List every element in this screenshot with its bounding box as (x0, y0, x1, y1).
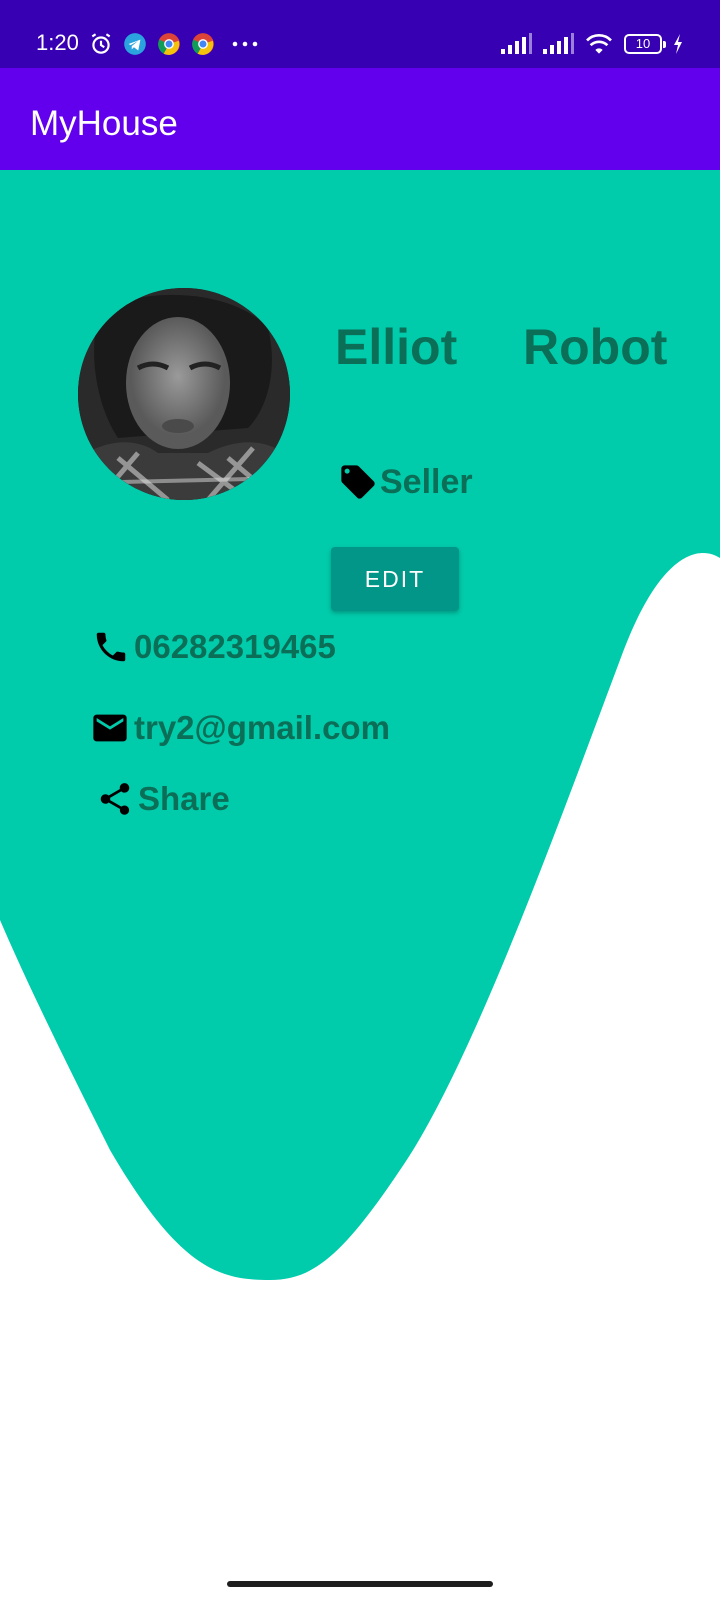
telegram-icon (124, 33, 146, 55)
tag-icon (341, 465, 375, 499)
signal-icon (543, 33, 574, 54)
home-indicator[interactable] (227, 1581, 493, 1587)
status-time: 1:20 (36, 30, 79, 55)
phone-icon (96, 632, 126, 662)
app-title: MyHouse (30, 104, 178, 143)
chrome-icon (158, 33, 180, 55)
phone-row[interactable]: 06282319465 (92, 628, 336, 666)
share-icon (100, 783, 130, 815)
charging-icon (674, 34, 682, 54)
share-row[interactable]: Share (96, 780, 230, 818)
first-name: Elliot (335, 319, 458, 375)
role-label: Seller (380, 462, 473, 501)
battery-level: 10 (635, 36, 651, 51)
more-icon (232, 41, 258, 47)
email-address: try2@gmail.com (134, 709, 390, 746)
chrome-icon (192, 33, 214, 55)
role-row: Seller (338, 462, 473, 502)
battery-icon: 10 (624, 34, 666, 54)
alarm-icon (91, 33, 111, 54)
phone-number: 06282319465 (134, 628, 336, 665)
email-row[interactable]: try2@gmail.com (90, 708, 390, 748)
app-bar: MyHouse (0, 68, 720, 170)
profile-content: Elliot Robot Seller EDIT 06282319465 try… (0, 170, 720, 1600)
avatar-photo (78, 288, 290, 500)
last-name: Robot (523, 319, 668, 375)
signal-icon (501, 33, 532, 54)
wifi-icon (586, 34, 612, 54)
edit-button[interactable]: EDIT (331, 547, 459, 611)
status-bar: 1:20 10 (0, 0, 720, 68)
avatar (78, 288, 290, 500)
email-icon (93, 714, 127, 742)
share-label: Share (138, 780, 230, 817)
status-icons-right: 10 (500, 30, 684, 58)
status-icons-left (88, 30, 260, 58)
